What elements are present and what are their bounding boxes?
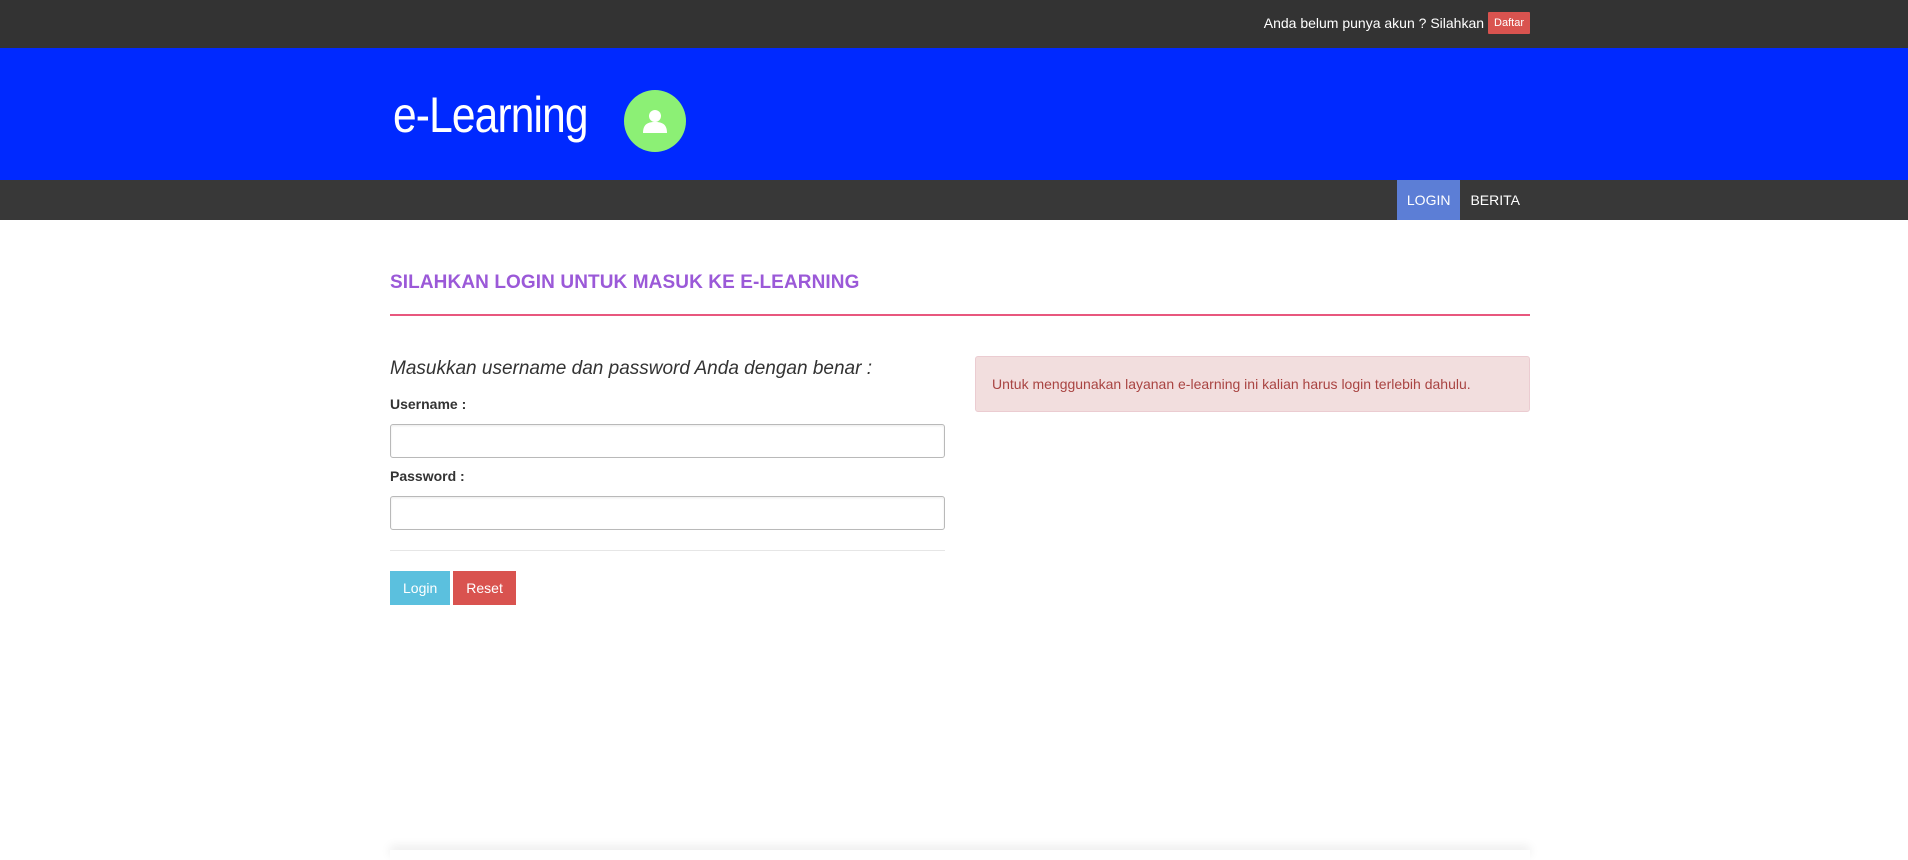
form-actions: Login Reset <box>390 571 945 605</box>
footer-edge <box>390 850 1530 860</box>
reset-button[interactable]: Reset <box>453 571 516 605</box>
login-form: Masukkan username dan password Anda deng… <box>390 356 945 605</box>
password-label: Password : <box>390 468 465 484</box>
page-title: SILAHKAN LOGIN UNTUK MASUK KE E-LEARNING <box>390 272 860 293</box>
login-instruction: Masukkan username dan password Anda deng… <box>390 358 872 379</box>
site-header: e-Learning <box>0 48 1908 180</box>
login-required-alert: Untuk menggunakan layanan e-learning ini… <box>975 356 1530 412</box>
username-label: Username : <box>390 396 467 412</box>
password-input[interactable] <box>390 496 945 530</box>
user-icon <box>643 110 667 133</box>
avatar <box>624 90 686 152</box>
form-divider <box>390 550 945 551</box>
title-divider <box>390 314 1530 316</box>
register-prompt-text: Anda belum punya akun ? Silahkan <box>1263 15 1485 31</box>
login-section: Masukkan username dan password Anda deng… <box>390 356 1530 605</box>
notice-column: Untuk menggunakan layanan e-learning ini… <box>975 356 1530 605</box>
top-bar: Anda belum punya akun ? Silahkan Daftar <box>0 0 1908 48</box>
username-input[interactable] <box>390 424 945 458</box>
login-button[interactable]: Login <box>390 571 451 605</box>
register-prompt: Anda belum punya akun ? Silahkan Daftar <box>1264 12 1530 34</box>
main-content: SILAHKAN LOGIN UNTUK MASUK KE E-LEARNING… <box>390 180 1530 605</box>
register-button[interactable]: Daftar <box>1488 12 1530 34</box>
site-brand[interactable]: e-Learning <box>393 86 589 144</box>
